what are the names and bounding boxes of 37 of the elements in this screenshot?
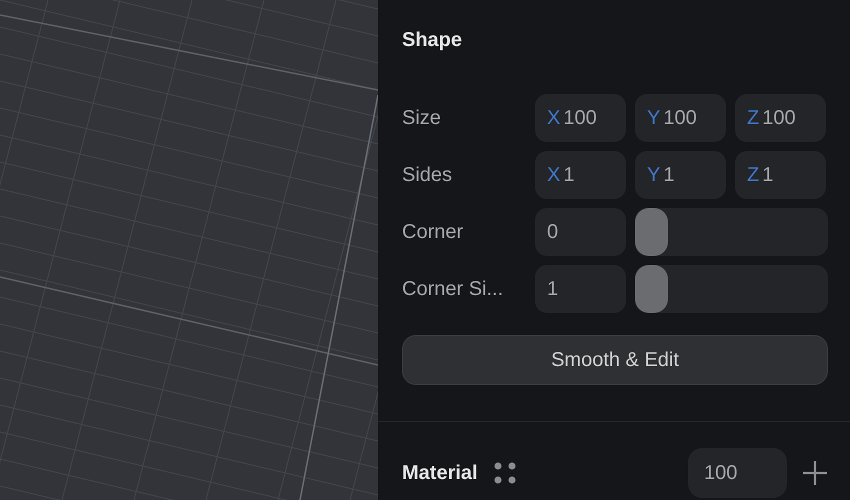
axis-label: Z bbox=[747, 164, 760, 186]
slider-track[interactable] bbox=[635, 208, 828, 256]
field-value: 100 bbox=[762, 106, 796, 130]
section-title: Material bbox=[402, 462, 478, 484]
section-title: Shape bbox=[402, 28, 464, 52]
number-field[interactable]: X 1 bbox=[535, 151, 626, 199]
number-field[interactable]: X 100 bbox=[535, 94, 626, 142]
axis-label: Y bbox=[647, 106, 660, 130]
number-field[interactable]: 1 bbox=[535, 265, 626, 313]
field-value: 1 bbox=[563, 164, 574, 186]
number-field[interactable]: Y 100 bbox=[635, 94, 726, 142]
number-field[interactable]: Z 1 bbox=[735, 151, 826, 199]
plus-icon[interactable] bbox=[802, 460, 828, 486]
field-label: Corner bbox=[402, 220, 464, 244]
field-value: 1 bbox=[762, 164, 774, 186]
number-field[interactable]: Y 1 bbox=[635, 151, 726, 199]
field-value: 0 bbox=[547, 220, 558, 244]
slider-thumb[interactable] bbox=[635, 265, 668, 313]
axis-label: X bbox=[547, 164, 560, 186]
field-label: Size bbox=[402, 106, 442, 130]
field-label: Corner Si... bbox=[402, 278, 504, 300]
field-label: Sides bbox=[402, 164, 454, 186]
drag-handle-icon[interactable] bbox=[494, 462, 516, 484]
smooth-edit-button[interactable]: Smooth & Edit bbox=[402, 335, 828, 385]
slider-thumb[interactable] bbox=[635, 208, 668, 256]
field-value: 100 bbox=[663, 106, 697, 130]
number-field[interactable]: 0 bbox=[535, 208, 626, 256]
number-field[interactable]: Z 100 bbox=[735, 94, 826, 142]
axis-label: X bbox=[547, 106, 560, 130]
field-value: 100 bbox=[704, 462, 738, 484]
field-value: 1 bbox=[547, 278, 558, 300]
slider-track[interactable] bbox=[635, 265, 828, 313]
field-value: 100 bbox=[563, 106, 597, 130]
field-value: 1 bbox=[663, 164, 674, 186]
axis-label: Z bbox=[747, 106, 760, 130]
number-field[interactable]: 100 bbox=[688, 448, 787, 498]
axis-label: Y bbox=[647, 164, 660, 186]
